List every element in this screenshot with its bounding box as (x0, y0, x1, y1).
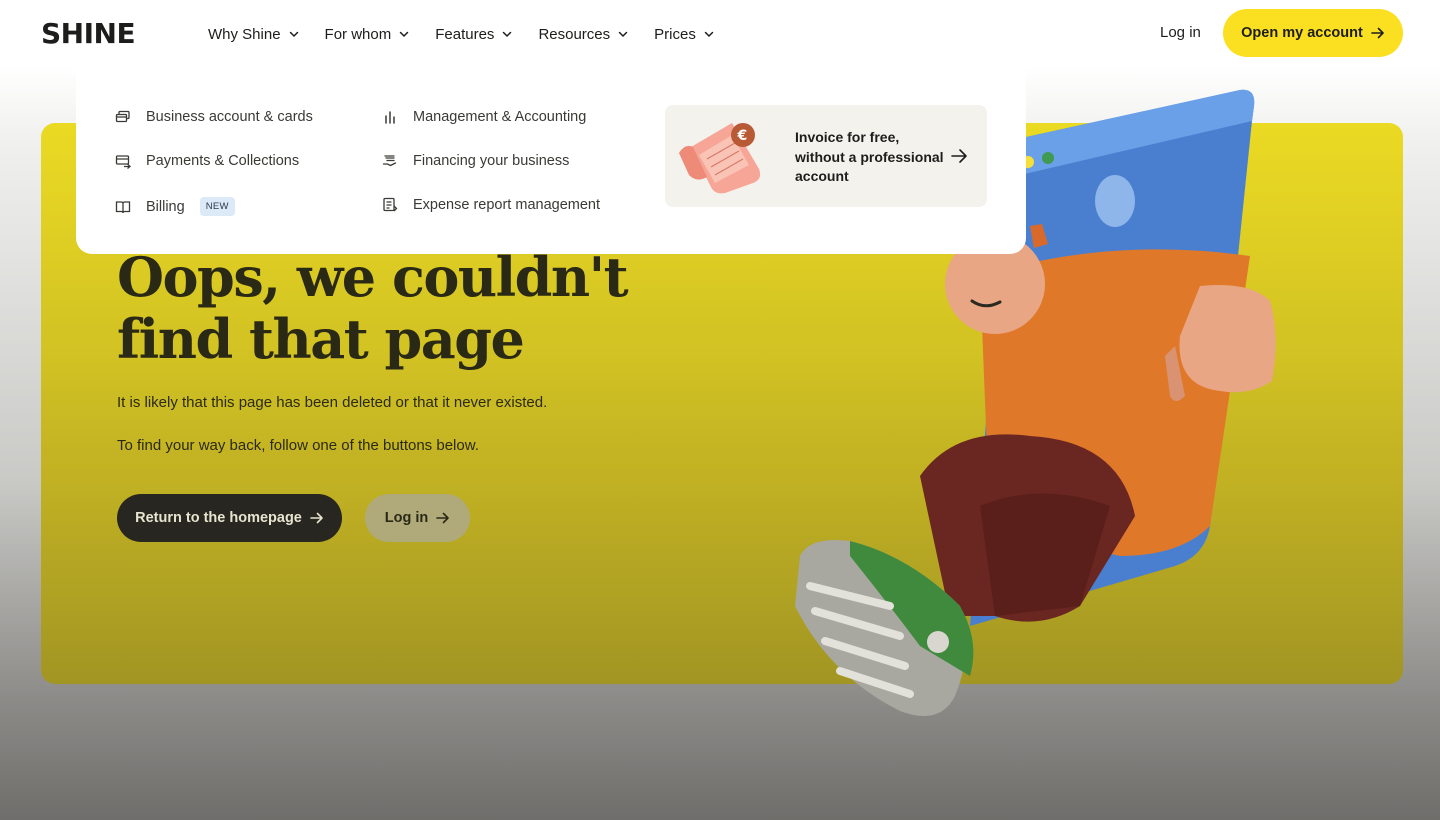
nav-for-whom[interactable]: For whom (325, 24, 410, 44)
svg-text:€: € (737, 128, 748, 144)
return-homepage-button[interactable]: Return to the homepage (117, 494, 342, 542)
hero-login-label: Log in (384, 510, 429, 526)
arrow-right-icon (436, 512, 450, 524)
nav-prices[interactable]: Prices (654, 24, 714, 44)
features-dropdown: Business account & cards Payments & Coll… (76, 66, 1026, 254)
site-header: SHINE Why Shine For whom Features Resour… (0, 0, 1440, 66)
invoice-promo-card[interactable]: € Invoice for free, without a profession… (665, 105, 987, 207)
nav-label: Resources (538, 25, 611, 43)
menu-label: Expense report management (413, 197, 600, 213)
menu-business-account[interactable]: Business account & cards (115, 109, 313, 125)
menu-financing[interactable]: Financing your business (382, 153, 569, 169)
main-nav: Why Shine For whom Features Resources Pr… (208, 24, 740, 44)
arrow-right-icon (951, 149, 967, 163)
menu-payments[interactable]: Payments & Collections (115, 153, 299, 169)
menu-label: Management & Accounting (413, 109, 587, 125)
chevron-down-icon (289, 31, 298, 38)
header-login-link[interactable]: Log in (1160, 24, 1201, 41)
cards-icon (115, 110, 130, 123)
menu-label: Financing your business (413, 153, 570, 169)
menu-billing[interactable]: Billing NEW (115, 197, 235, 216)
nav-why-shine[interactable]: Why Shine (208, 24, 299, 44)
hero-login-button[interactable]: Log in (365, 494, 470, 542)
error-title: Oops, we couldn't find that page (117, 245, 629, 371)
receipt-icon (383, 197, 398, 212)
error-description: It is likely that this page has been del… (117, 394, 548, 411)
nav-label: Prices (654, 25, 696, 43)
chevron-down-icon (618, 31, 628, 38)
error-instructions: To find your way back, follow one of the… (117, 437, 479, 454)
nav-label: Why Shine (208, 25, 281, 43)
arrow-right-icon (310, 512, 323, 524)
nav-label: Features (435, 25, 495, 43)
invoice-illustration: € (679, 123, 761, 194)
nav-label: For whom (324, 25, 392, 43)
payments-icon (115, 155, 131, 169)
menu-expense-reports[interactable]: Expense report management (382, 197, 600, 213)
chevron-down-icon (704, 31, 714, 38)
shine-logo[interactable]: SHINE (41, 17, 136, 50)
open-account-label: Open my account (1241, 25, 1363, 41)
hand-coins-icon (382, 155, 397, 167)
book-icon (115, 200, 131, 213)
promo-text: Invoice for free, without a professional… (795, 129, 944, 184)
menu-label: Billing (146, 198, 185, 215)
menu-label: Payments & Collections (146, 153, 300, 169)
chevron-down-icon (503, 31, 512, 38)
new-badge: NEW (199, 197, 235, 216)
return-homepage-label: Return to the homepage (135, 510, 302, 526)
nav-resources[interactable]: Resources (538, 24, 628, 44)
open-account-button[interactable]: Open my account (1223, 9, 1403, 57)
arrow-right-icon (1371, 27, 1384, 39)
bar-chart-icon (385, 111, 395, 124)
chevron-down-icon (399, 31, 409, 38)
nav-features[interactable]: Features (435, 24, 512, 44)
menu-management-accounting[interactable]: Management & Accounting (382, 109, 586, 125)
menu-label: Business account & cards (146, 109, 313, 125)
